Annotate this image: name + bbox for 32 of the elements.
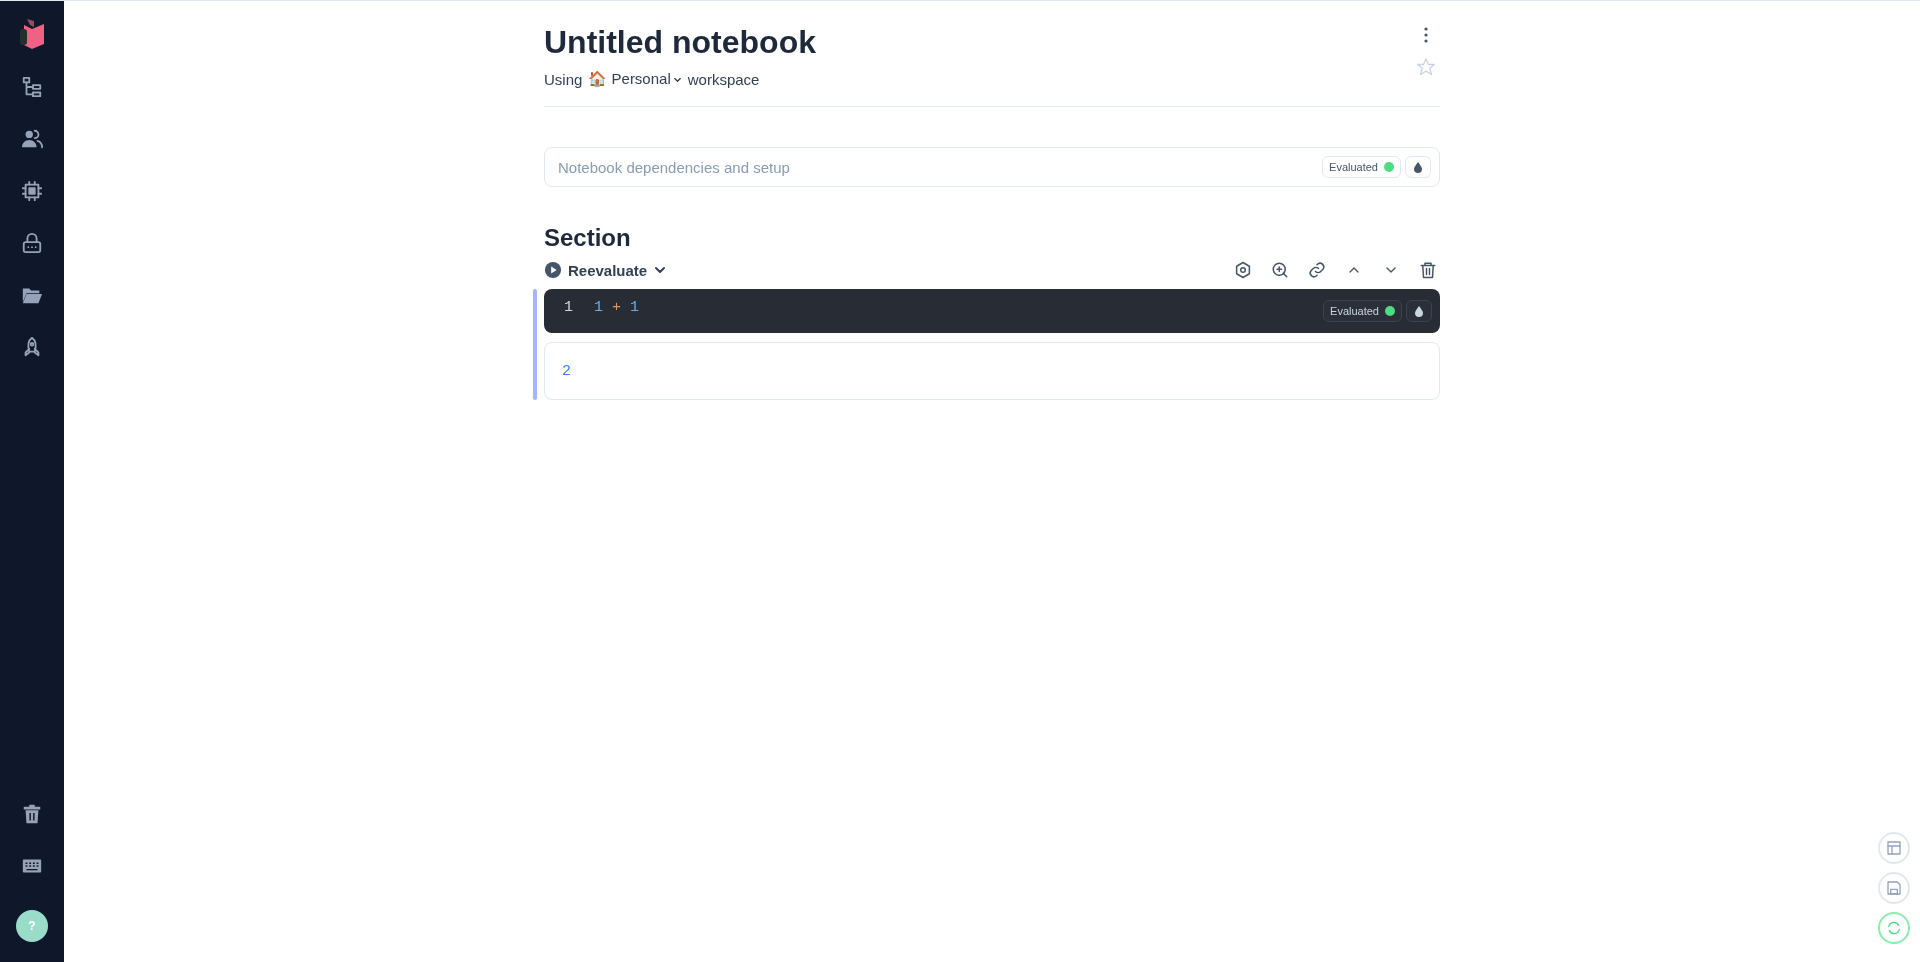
reevaluate-button[interactable]: Reevaluate [544,261,668,279]
code-line: 1 + 1 [594,298,641,316]
sync-icon [1886,920,1902,936]
trash-icon [1419,261,1437,279]
lock-icon [21,232,43,254]
drop-icon [1413,161,1423,173]
zoom-in-icon [1271,261,1289,279]
status-badge: Evaluated [1322,156,1401,178]
using-label: Using [544,70,583,88]
setup-cell[interactable]: Notebook dependencies and setup Evaluated [544,147,1440,187]
workspace-label: workspace [687,70,760,88]
star-icon [1416,57,1436,77]
users-icon [21,128,43,150]
chip-icon [21,180,43,202]
line-number: 1 [564,298,574,316]
status-badge: Evaluated [1323,300,1402,322]
link-icon [1308,261,1326,279]
trash-icon [21,803,43,825]
workspace-dropdown[interactable]: 🏠 Personal [588,70,682,88]
settings-icon [1234,261,1252,279]
notebook-title: Untitled notebook [544,23,816,61]
dependencies-button[interactable] [1406,300,1432,322]
code-editor[interactable]: 1 1 + 1 Evaluated [544,289,1440,333]
section-title: Section [544,223,632,253]
tree-icon [21,76,43,98]
setup-label: Notebook dependencies and setup [558,158,790,176]
play-icon [544,261,562,279]
output-value: 2 [562,362,571,380]
save-icon [1886,880,1902,896]
layout-icon [1886,840,1902,856]
drop-icon [1414,305,1424,317]
more-icon [1424,27,1428,43]
